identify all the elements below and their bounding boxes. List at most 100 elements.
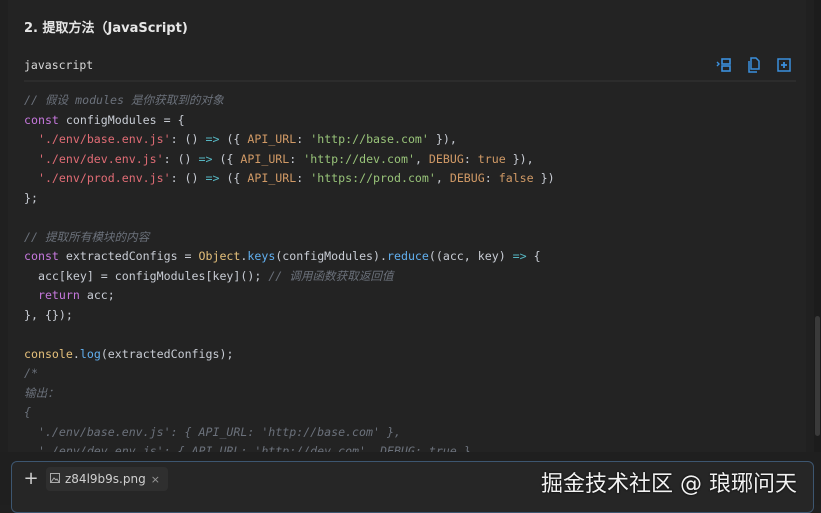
- code-line: './env/dev.env.js': { API_URL: 'http://d…: [24, 442, 555, 452]
- add-attachment-button[interactable]: +: [21, 468, 41, 489]
- code-token: {: [526, 249, 541, 263]
- code-line: }, {});: [24, 306, 555, 326]
- code-token: DEBUG: [428, 151, 464, 166]
- code-token: return: [37, 288, 80, 302]
- message-input[interactable]: + z84l9b9s.png × 掘金技术社区 @ 琅琊问天: [11, 461, 814, 513]
- code-token: // 提取所有模块的内容: [24, 229, 150, 244]
- code-token: {: [24, 405, 31, 419]
- scrollbar[interactable]: [814, 0, 821, 452]
- code-token: './env/prod.env.js': [37, 171, 171, 185]
- code-token: 'http://dev.com': [303, 151, 415, 166]
- code-token: // 调用函数获取返回值: [268, 268, 394, 283]
- code-token: .: [72, 346, 80, 361]
- attachment-chip[interactable]: z84l9b9s.png ×: [46, 467, 168, 491]
- code-token: false: [498, 171, 534, 185]
- code-token: ({: [219, 171, 248, 185]
- code-line: /*: [24, 364, 555, 384]
- code-token: :: [296, 132, 311, 146]
- code-token: Object: [198, 249, 241, 263]
- code-line: console.log(extractedConfigs);: [24, 345, 555, 365]
- attachment-filename: z84l9b9s.png: [65, 472, 146, 486]
- code-token: API_URL: [240, 151, 290, 166]
- code-token: }): [533, 171, 555, 185]
- composer-area: + z84l9b9s.png × 掘金技术社区 @ 琅琊问天: [0, 452, 821, 513]
- code-line: // 提取所有模块的内容: [24, 228, 555, 248]
- code-token: const: [24, 249, 59, 263]
- code-token: API_URL: [247, 171, 297, 185]
- code-line: './env/base.env.js': () => ({ API_URL: '…: [24, 130, 555, 150]
- code-block-header: javascript: [24, 56, 796, 82]
- code-token: };: [24, 190, 38, 205]
- code-line: // 假设 modules 是你获取到的对象: [24, 91, 555, 111]
- scrollbar-thumb[interactable]: [815, 316, 820, 436]
- code-token: // 假设 modules 是你获取到的对象: [24, 93, 224, 107]
- image-icon: [50, 472, 60, 486]
- code-token: configModules = {: [58, 112, 185, 127]
- code-token: acc[key] = configModules[key]();: [24, 268, 269, 283]
- code-line: './env/prod.env.js': () => ({ API_URL: '…: [24, 169, 555, 189]
- code-token: console: [24, 346, 73, 361]
- code-line: return acc;: [24, 286, 555, 306]
- code-line: {: [24, 403, 555, 423]
- code-line: acc[key] = configModules[key](); // 调用函数…: [24, 267, 555, 287]
- code-token: './env/base.env.js': [37, 132, 171, 146]
- code-token: :: [289, 151, 304, 166]
- code-token: 'http://base.com': [310, 132, 429, 146]
- code-token: ({: [212, 151, 241, 166]
- code-line: 输出：: [24, 384, 555, 404]
- code-token: }),: [428, 132, 457, 146]
- code-token: : (): [170, 171, 206, 185]
- code-token: }),: [505, 151, 534, 166]
- code-token: =>: [198, 151, 213, 166]
- code-token: :: [296, 171, 311, 185]
- code-token: log: [79, 346, 101, 361]
- code-token: ({: [219, 132, 248, 146]
- insert-icon[interactable]: [776, 57, 792, 73]
- wrap-icon[interactable]: [716, 57, 732, 73]
- copy-icon[interactable]: [746, 57, 762, 73]
- code-token: './env/dev.env.js': [37, 151, 164, 166]
- code-language-label: javascript: [24, 58, 94, 72]
- code-token: true: [477, 151, 506, 166]
- code-token: =>: [512, 249, 527, 263]
- code-token: './env/base.env.js': { API_URL: 'http://…: [24, 424, 401, 439]
- section-heading: 2. 提取方法（JavaScript): [24, 21, 188, 36]
- code-token: 'https://prod.com': [310, 171, 436, 185]
- code-token: =>: [205, 171, 220, 185]
- code-token: acc;: [79, 288, 115, 302]
- code-token: =>: [205, 132, 220, 146]
- code-token: const: [24, 112, 59, 127]
- code-token: : (): [163, 151, 199, 166]
- chat-message-panel: 2. 提取方法（JavaScript) javascript // 假设 mod…: [8, 0, 806, 452]
- code-token: DEBUG: [449, 171, 485, 185]
- watermark: 掘金技术社区 @ 琅琊问天: [541, 472, 797, 497]
- code-line: const extractedConfigs = Object.keys(con…: [24, 247, 555, 267]
- code-line: './env/dev.env.js': () => ({ API_URL: 'h…: [24, 150, 555, 170]
- code-token: /*: [24, 366, 38, 380]
- code-line: };: [24, 189, 555, 209]
- code-token: ,: [435, 171, 450, 185]
- code-token: : (): [170, 132, 206, 146]
- code-content: // 假设 modules 是你获取到的对象 const configModule…: [24, 91, 555, 452]
- code-line: './env/base.env.js': { API_URL: 'http://…: [24, 423, 555, 443]
- code-token: ,: [414, 151, 429, 166]
- code-token: (configModules).: [275, 249, 387, 263]
- code-token: ((acc, key): [428, 249, 513, 263]
- code-token: }, {});: [24, 307, 73, 322]
- code-token: (extractedConfigs);: [100, 346, 234, 361]
- code-token: reduce: [387, 249, 429, 263]
- code-line: const configModules = {: [24, 111, 555, 131]
- remove-attachment-button[interactable]: ×: [151, 473, 160, 486]
- code-token: './env/dev.env.js': { API_URL: 'http://d…: [24, 444, 478, 452]
- code-token: :: [484, 171, 499, 185]
- code-token: keys: [247, 249, 276, 263]
- code-token: extractedConfigs =: [58, 249, 199, 263]
- code-token: API_URL: [247, 132, 297, 146]
- code-token: 输出：: [24, 385, 59, 400]
